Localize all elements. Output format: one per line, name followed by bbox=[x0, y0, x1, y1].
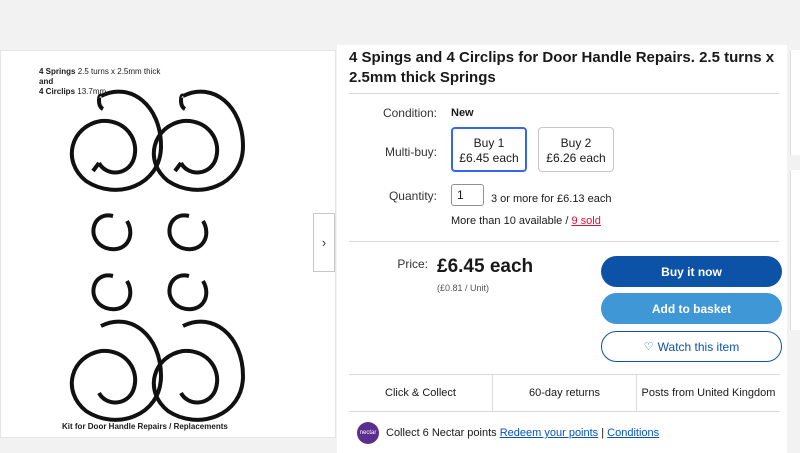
feature-returns: 60-day returns bbox=[493, 375, 637, 411]
listing-title: 4 Spings and 4 Circlips for Door Handle … bbox=[349, 49, 775, 86]
circlip-1 bbox=[91, 213, 133, 252]
circlip-4 bbox=[167, 273, 209, 312]
spring-top-right-tail bbox=[173, 93, 187, 173]
quantity-label: Quantity: bbox=[388, 189, 437, 203]
circlip-2 bbox=[167, 213, 209, 252]
add-to-basket-button[interactable]: Add to basket bbox=[601, 293, 782, 324]
image-gallery[interactable]: 4 Springs 2.5 turns x 2.5mm thick and 4 … bbox=[0, 50, 336, 438]
condition-value: New bbox=[451, 107, 474, 119]
spring-top-right bbox=[151, 89, 246, 192]
sold-count-link[interactable]: 9 sold bbox=[571, 215, 600, 227]
product-image bbox=[69, 89, 246, 422]
multibuy-option-price: £6.45 each bbox=[459, 151, 519, 165]
listing-panel: 4 Spings and 4 Circlips for Door Handle … bbox=[337, 45, 787, 453]
multibuy-option-quantity: Buy 1 bbox=[473, 136, 505, 150]
feature-posts-from: Posts from United Kingdom bbox=[641, 387, 776, 399]
redeem-points-link[interactable]: Redeem your points bbox=[500, 427, 598, 439]
buy-it-now-button[interactable]: Buy it now bbox=[601, 256, 782, 287]
multibuy-option-buy-1[interactable]: Buy 1 £6.45 each bbox=[451, 127, 527, 172]
multibuy-option-price: £6.26 each bbox=[546, 151, 606, 165]
heart-icon: ♡ bbox=[643, 341, 654, 353]
title-divider bbox=[349, 93, 779, 94]
nectar-separator: | bbox=[601, 427, 605, 439]
feature-click-collect: Click & Collect bbox=[349, 375, 493, 411]
spring-bottom-left bbox=[69, 319, 164, 422]
multibuy-label: Multi-buy: bbox=[384, 145, 437, 159]
image-caption: Kit for Door Handle Repairs / Replacemen… bbox=[62, 422, 228, 431]
multibuy-option-buy-2[interactable]: Buy 2 £6.26 each bbox=[538, 127, 614, 172]
quantity-input[interactable]: 1 bbox=[451, 184, 484, 206]
nectar-row: nectar Collect 6 Nectar points Redeem yo… bbox=[357, 422, 659, 444]
spring-top-left bbox=[69, 89, 164, 192]
availability-text: More than 10 available / bbox=[451, 215, 572, 227]
unit-price: (£0.81 / Unit) bbox=[437, 283, 490, 293]
delivery-features: Click & Collect 60-day returns Posts fro… bbox=[349, 374, 780, 412]
circlip-3 bbox=[91, 273, 133, 312]
availability: More than 10 available / 9 sold bbox=[451, 215, 601, 227]
spring-top-left-tail bbox=[91, 93, 105, 173]
side-panel-edge-lower bbox=[790, 170, 800, 330]
condition-label: Condition: bbox=[382, 106, 437, 120]
nectar-points-text: Collect 6 Nectar points bbox=[386, 427, 497, 439]
price-label: Price: bbox=[397, 257, 428, 271]
side-panel-edge bbox=[790, 50, 800, 155]
quantity-offer: 3 or more for £6.13 each bbox=[491, 193, 612, 205]
chevron-right-icon: › bbox=[321, 235, 327, 250]
watch-item-button[interactable]: ♡ Watch this item bbox=[601, 331, 782, 362]
spring-bottom-right bbox=[151, 319, 246, 422]
price-divider bbox=[349, 241, 779, 242]
nectar-logo-icon: nectar bbox=[357, 422, 379, 444]
price: £6.45 each bbox=[437, 256, 534, 277]
multibuy-option-quantity: Buy 2 bbox=[560, 136, 592, 150]
watch-item-label: Watch this item bbox=[657, 339, 740, 354]
conditions-link[interactable]: Conditions bbox=[607, 427, 659, 439]
